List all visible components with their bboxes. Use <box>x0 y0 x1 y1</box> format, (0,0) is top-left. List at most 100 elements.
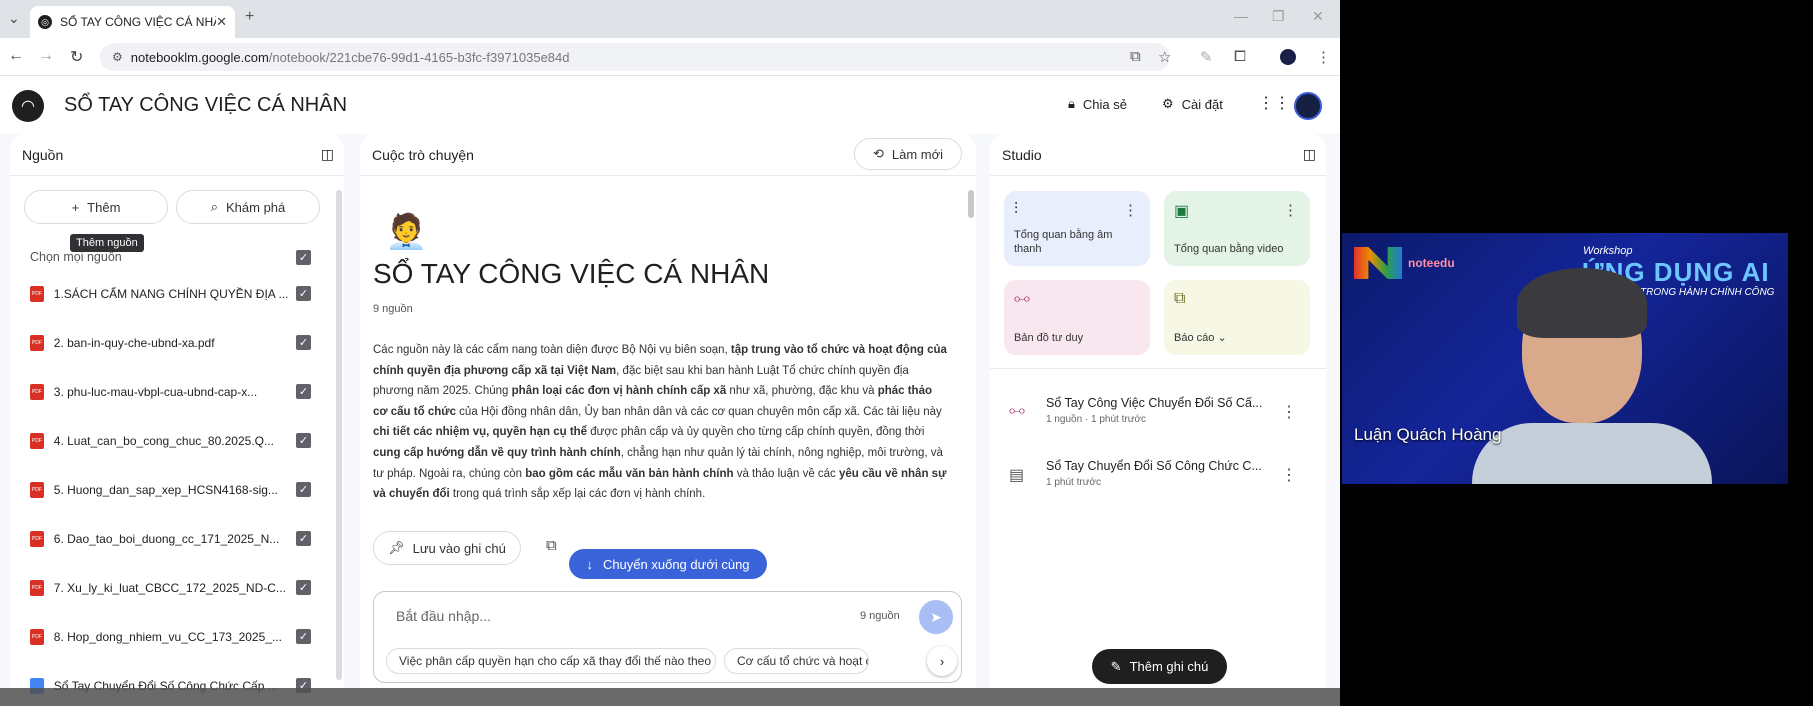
scroll-to-bottom-button[interactable]: ↓ Chuyển xuống dưới cùng <box>569 549 767 579</box>
video-tile: noteedu Workshop ỨNG DỤNG AI TRONG HÀNH … <box>1342 233 1788 484</box>
summary-text: chi tiết các nhiệm vụ, quyền hạn cụ thể <box>373 426 588 439</box>
extension-pen-icon[interactable]: ✎ <box>1200 48 1213 66</box>
window-close-icon[interactable]: ✕ <box>1312 8 1324 25</box>
more-options-icon[interactable]: ⋮ <box>1123 201 1138 219</box>
divider <box>990 368 1326 369</box>
suggestion-chip[interactable]: Việc phân cấp quyền hạn cho cấp xã thay … <box>386 648 716 674</box>
note-item[interactable]: ▤ Sổ Tay Chuyển Đổi Số Công Chức C... 1 … <box>1009 459 1297 499</box>
add-note-label: Thêm ghi chú <box>1129 659 1209 674</box>
chevron-right-icon: › <box>939 653 945 669</box>
site-info-icon[interactable]: ⚙ <box>112 50 123 64</box>
more-options-icon[interactable]: ⋮ <box>1281 402 1297 422</box>
address-bar-row: ← → ↻ ⚙ notebooklm.google.com/notebook/2… <box>0 38 1340 76</box>
chat-scrollbar[interactable] <box>968 190 974 218</box>
copy-icon[interactable]: ⧉ <box>546 537 557 554</box>
discover-search-icon: ⌕ <box>210 199 218 214</box>
summary-text: trong quá trình sắp xếp lại các đơn vị h… <box>449 488 706 501</box>
source-checkbox[interactable]: ✓ <box>296 580 311 595</box>
lock-icon: 🔒︎ <box>1068 96 1075 111</box>
sources-scrollbar[interactable] <box>336 190 342 680</box>
note-meta: 1 nguồn · 1 phút trước <box>1046 414 1146 425</box>
source-item[interactable]: PDF 5. Huong_dan_sap_xep_HCSN4168-sig... <box>30 480 300 500</box>
collapse-panel-icon[interactable]: ◫ <box>321 146 334 163</box>
url-field[interactable]: ⚙ notebooklm.google.com/notebook/221cbe7… <box>100 43 1170 71</box>
add-note-button[interactable]: ✎ Thêm ghi chú <box>1092 649 1227 684</box>
audio-overview-card[interactable]: ⫶ ⋮ Tổng quan bằng âm thanh <box>1004 191 1150 266</box>
source-label: 3. phu-luc-mau-vbpl-cua-ubnd-cap-x... <box>53 385 258 399</box>
source-item[interactable]: PDF 6. Dao_tao_boi_duong_cc_171_2025_N... <box>30 529 300 549</box>
save-to-note-button[interactable]: 📌︎ Lưu vào ghi chú <box>373 531 521 565</box>
mind-map-icon: ⧟ <box>1014 290 1031 307</box>
refresh-label: Làm mới <box>891 146 944 162</box>
source-checkbox[interactable]: ✓ <box>296 384 311 399</box>
arrow-down-icon: ↓ <box>586 556 593 572</box>
note-title: Sổ Tay Chuyển Đổi Số Công Chức C... <box>1046 459 1262 473</box>
tab-search-icon[interactable]: ⌄ <box>8 10 20 27</box>
chevron-down-icon[interactable]: ⌄ <box>1217 332 1226 344</box>
source-item[interactable]: PDF 8. Hop_dong_nhiem_vu_CC_173_2025_... <box>30 627 300 647</box>
reload-icon[interactable]: ↻ <box>70 47 83 67</box>
install-app-icon[interactable]: ⧉ <box>1130 48 1141 65</box>
source-item[interactable]: PDF 7. Xu_ly_ki_luat_CBCC_172_2025_ND-C..… <box>30 578 300 598</box>
source-item[interactable]: PDF 1.SÁCH CẨM NANG CHÍNH QUYỀN ĐỊA ... <box>30 284 300 304</box>
select-all-checkbox[interactable]: ✓ <box>296 250 311 265</box>
participant-name: Luận Quách Hoàng <box>1354 425 1502 444</box>
source-checkbox[interactable]: ✓ <box>296 482 311 497</box>
chat-input[interactable]: Bắt đầu nhập... <box>396 608 491 624</box>
sources-header: Nguồn ◫ <box>10 134 344 176</box>
notebooklm-logo-icon[interactable]: ◠ <box>12 90 44 122</box>
notebook-emoji-icon: 🧑‍💼 <box>385 213 428 251</box>
mind-map-card[interactable]: ⧟ Bản đồ tư duy <box>1004 280 1150 355</box>
note-title: Sổ Tay Công Việc Chuyển Đổi Số Cấ... <box>1046 396 1263 410</box>
summary-text: của Hội đồng nhân dân, Ủy ban nhân dân v… <box>455 405 942 418</box>
minimize-icon[interactable]: — <box>1234 8 1248 24</box>
plus-icon: + <box>71 199 80 215</box>
share-button[interactable]: 🔒︎ Chia sẻ <box>1068 96 1127 112</box>
collapse-studio-icon[interactable]: ◫ <box>1303 146 1316 163</box>
notebook-title[interactable]: SỔ TAY CÔNG VIỆC CÁ NHÂN <box>64 94 347 117</box>
profile-icon[interactable] <box>1280 49 1296 65</box>
refresh-button[interactable]: ⟲ Làm mới <box>854 138 962 170</box>
source-checkbox[interactable]: ✓ <box>296 335 311 350</box>
close-tab-icon[interactable]: ✕ <box>216 14 227 30</box>
report-icon: ⧉ <box>1174 290 1186 307</box>
source-item[interactable]: PDF 4. Luat_can_bo_cong_chuc_80.2025.Q... <box>30 431 300 451</box>
source-checkbox[interactable]: ✓ <box>296 286 311 301</box>
new-tab-icon[interactable]: + <box>245 8 254 26</box>
source-checkbox[interactable]: ✓ <box>296 531 311 546</box>
brand-name: noteedu <box>1408 256 1455 270</box>
maximize-icon[interactable]: ❐ <box>1272 8 1285 25</box>
avatar[interactable] <box>1294 92 1322 120</box>
forward-icon[interactable]: → <box>38 47 54 65</box>
next-suggestions-button[interactable]: › <box>927 646 957 676</box>
suggestion-chip[interactable]: Cơ cấu tổ chức và hoạt động <box>724 648 869 674</box>
browser-menu-icon[interactable]: ⋮ <box>1316 48 1331 66</box>
source-item[interactable]: PDF 2. ban-in-quy-che-ubnd-xa.pdf <box>30 333 300 353</box>
back-icon[interactable]: ← <box>8 47 24 65</box>
send-button[interactable]: ➤ <box>919 600 953 634</box>
summary-text: bao gồm các mẫu văn bản hành chính <box>525 467 734 480</box>
bookmark-star-icon[interactable]: ☆ <box>1158 48 1171 66</box>
source-checkbox[interactable]: ✓ <box>296 629 311 644</box>
note-meta: 1 phút trước <box>1046 477 1101 488</box>
more-options-icon[interactable]: ⋮ <box>1281 465 1297 485</box>
settings-button[interactable]: ⚙ Cài đặt <box>1162 96 1223 112</box>
sources-title: Nguồn <box>22 146 64 163</box>
gear-icon: ⚙ <box>1162 96 1174 111</box>
note-item[interactable]: ⧟ Sổ Tay Công Việc Chuyển Đổi Số Cấ... 1… <box>1009 396 1297 436</box>
source-label: 7. Xu_ly_ki_luat_CBCC_172_2025_ND-C... <box>53 581 286 595</box>
add-source-button[interactable]: + Thêm <box>24 190 168 224</box>
extensions-puzzle-icon[interactable]: ⧠ <box>1234 48 1246 65</box>
discover-button[interactable]: ⌕ Khám phá <box>176 190 320 224</box>
sources-panel: Nguồn ◫ + Thêm ⌕ Khám phá Thêm nguồn Chọn … <box>10 134 344 706</box>
browser-tab[interactable]: ◎ SỔ TAY CÔNG VIỆC CÁ NHÂN ✕ <box>30 6 235 38</box>
source-item[interactable]: PDF 3. phu-luc-mau-vbpl-cua-ubnd-cap-x... <box>30 382 300 402</box>
participant-hair <box>1517 268 1647 338</box>
video-overview-label: Tổng quan bằng video <box>1174 243 1284 255</box>
send-icon: ➤ <box>930 608 942 625</box>
more-options-icon[interactable]: ⋮ <box>1283 201 1298 219</box>
report-card[interactable]: ⧉ Báo cáo ⌄ <box>1164 280 1310 355</box>
video-overview-card[interactable]: ▣ ⋮ Tổng quan bằng video <box>1164 191 1310 266</box>
source-checkbox[interactable]: ✓ <box>296 433 311 448</box>
source-label: 6. Dao_tao_boi_duong_cc_171_2025_N... <box>53 532 280 546</box>
